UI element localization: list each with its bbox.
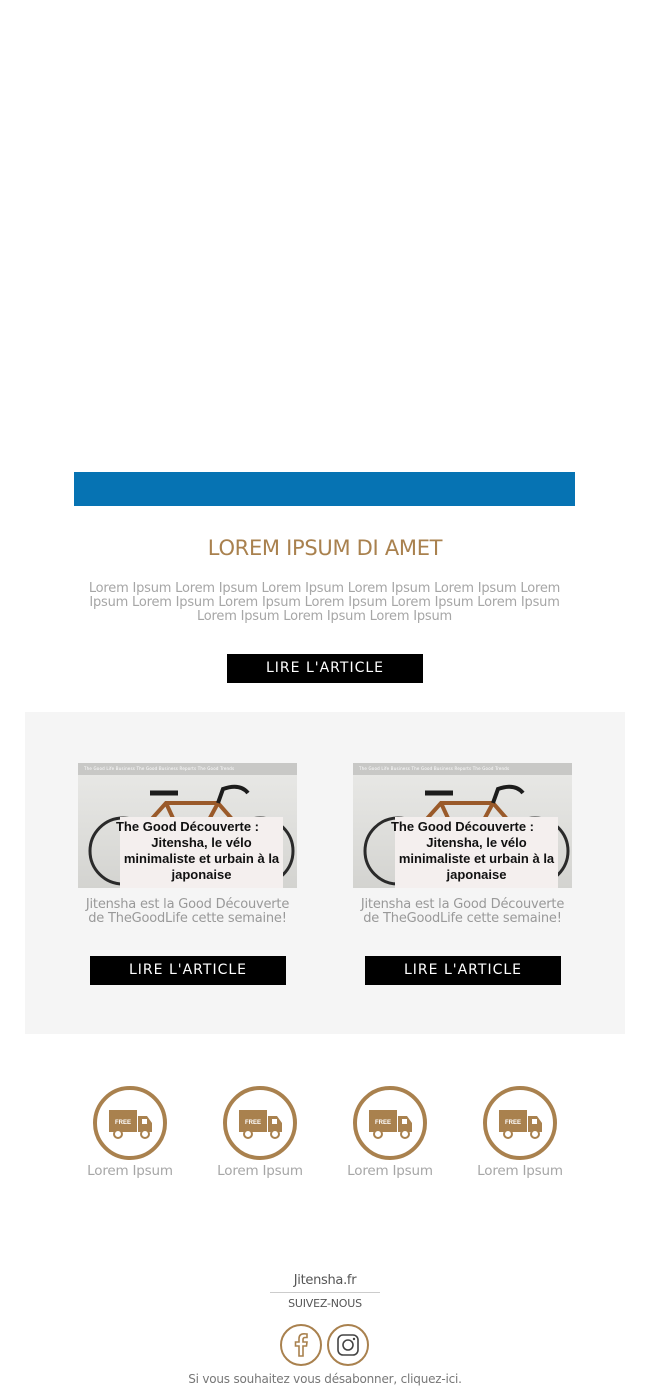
free-delivery-truck-icon: FREE <box>93 1086 167 1160</box>
footer-follow-label: SUIVEZ-NOUS <box>288 1297 362 1310</box>
article-card-image[interactable]: The Good Life Business The Good Business… <box>353 763 572 888</box>
hero-body-text: Lorem Ipsum Lorem Ipsum Lorem Ipsum Lore… <box>88 581 561 624</box>
unsubscribe-link[interactable]: cliquez-ici. <box>401 1372 462 1386</box>
unsubscribe-notice: Si vous souhaitez vous désabonner, cliqu… <box>0 1372 650 1386</box>
article-card-image[interactable]: The Good Life Business The Good Business… <box>78 763 297 888</box>
facebook-icon[interactable] <box>280 1324 322 1366</box>
free-badge-text: FREE <box>115 1120 131 1126</box>
feature-label: Lorem Ipsum <box>477 1163 563 1179</box>
article-card-text: Jitensha est la Good Découverte de TheGo… <box>360 897 565 926</box>
feature-item: FREE Lorem Ipsum <box>205 1086 315 1179</box>
hero-banner-bar <box>74 472 575 506</box>
free-delivery-truck-icon: FREE <box>353 1086 427 1160</box>
feature-label: Lorem Ipsum <box>87 1163 173 1179</box>
feature-label: Lorem Ipsum <box>347 1163 433 1179</box>
unsubscribe-text: Si vous souhaitez vous désabonner, <box>188 1372 401 1386</box>
footer-brand-link[interactable]: Jitensha.fr <box>0 1273 650 1288</box>
free-delivery-truck-icon: FREE <box>223 1086 297 1160</box>
feature-item: FREE Lorem Ipsum <box>335 1086 445 1179</box>
hero-read-article-button[interactable]: LIRE L'ARTICLE <box>227 654 423 683</box>
article-card-text: Jitensha est la Good Découverte de TheGo… <box>85 897 290 926</box>
hero-title: LOREM IPSUM DI AMET <box>207 536 443 560</box>
article-card-read-button[interactable]: LIRE L'ARTICLE <box>90 956 286 985</box>
free-badge-text: FREE <box>375 1120 391 1126</box>
article-card-read-button[interactable]: LIRE L'ARTICLE <box>365 956 561 985</box>
article-image-caption: The Good Découverte : Jitensha, le vélo … <box>391 817 558 888</box>
article-image-nav: The Good Life Business The Good Business… <box>84 766 235 771</box>
article-image-caption-line1: The Good Découverte : <box>115 819 260 834</box>
free-badge-text: FREE <box>505 1120 521 1126</box>
footer-divider <box>270 1292 380 1293</box>
article-image-caption: The Good Découverte : Jitensha, le vélo … <box>116 817 283 888</box>
feature-item: FREE Lorem Ipsum <box>465 1086 575 1179</box>
feature-item: FREE Lorem Ipsum <box>75 1086 185 1179</box>
instagram-icon[interactable] <box>327 1324 369 1366</box>
article-image-nav: The Good Life Business The Good Business… <box>359 766 510 771</box>
article-image-caption-line2: Jitensha, le vélo minimaliste et urbain … <box>398 835 555 882</box>
free-badge-text: FREE <box>245 1120 261 1126</box>
article-image-caption-line1: The Good Découverte : <box>390 819 535 834</box>
article-image-caption-line2: Jitensha, le vélo minimaliste et urbain … <box>123 835 280 882</box>
feature-label: Lorem Ipsum <box>217 1163 303 1179</box>
free-delivery-truck-icon: FREE <box>483 1086 557 1160</box>
